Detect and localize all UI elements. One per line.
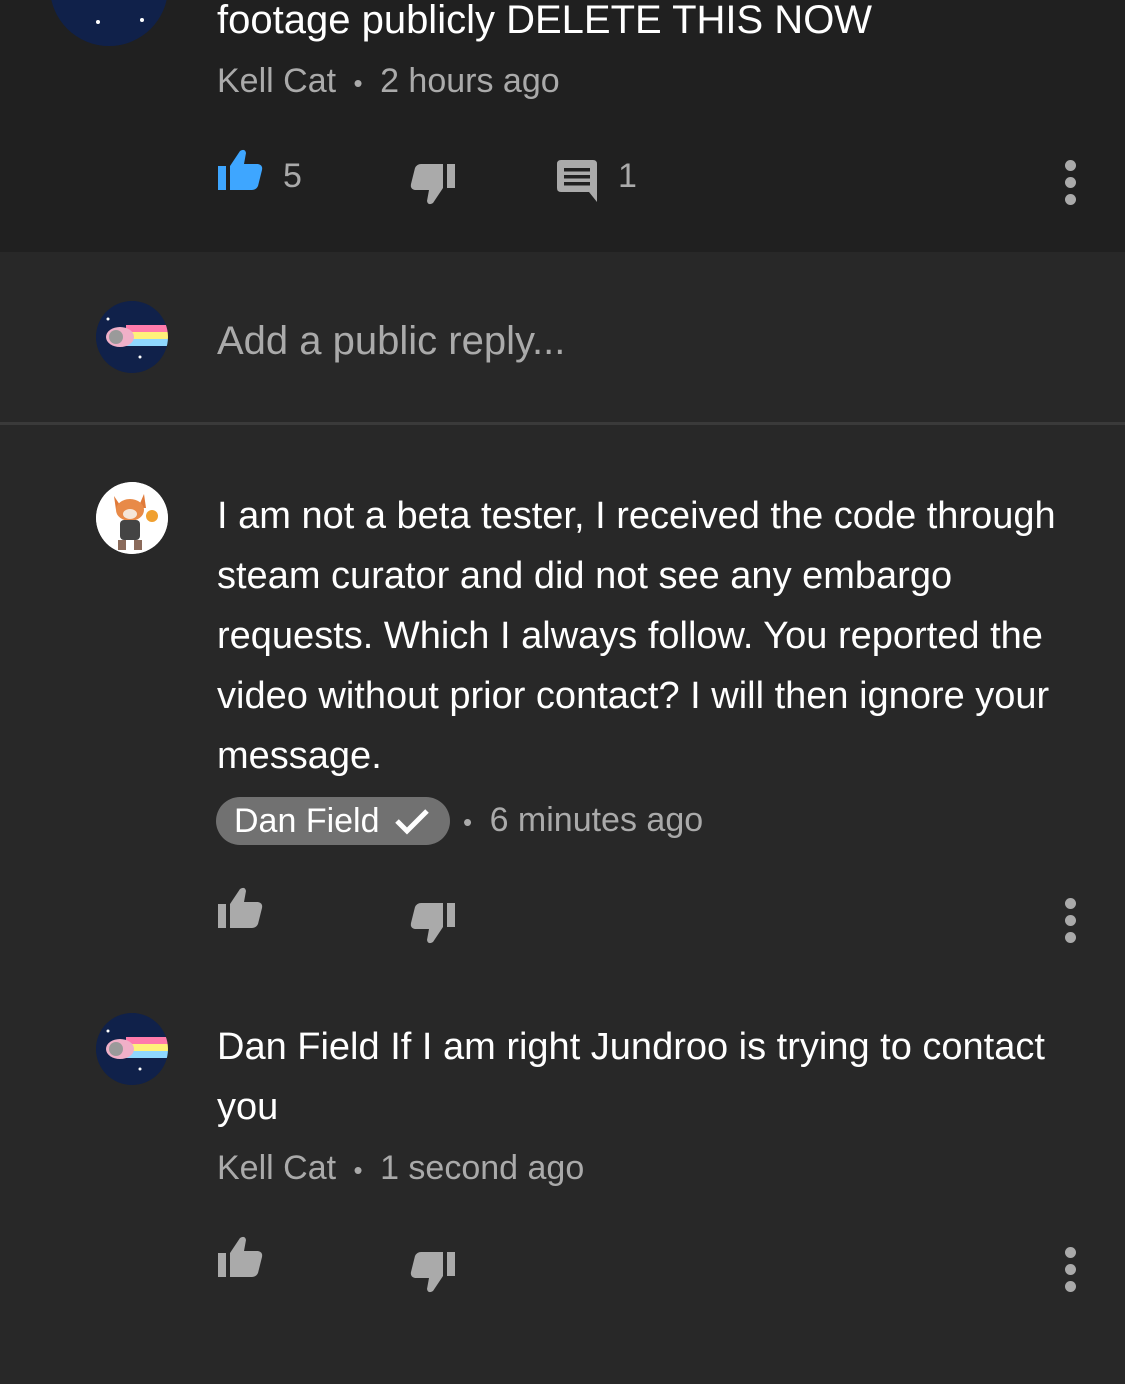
reply-input-area: Add a public reply... — [0, 252, 1125, 422]
thumbs-up-icon[interactable] — [216, 148, 264, 192]
thumbs-down-icon[interactable] — [409, 162, 457, 206]
reply-input[interactable]: Add a public reply... — [217, 319, 565, 364]
reply-count: 1 — [618, 157, 637, 195]
thumbs-up-icon[interactable] — [216, 886, 264, 930]
divider — [0, 422, 1125, 425]
nyan-cat-icon — [96, 1013, 168, 1085]
reply-comment-icon[interactable] — [555, 160, 599, 202]
nyan-cat-icon — [50, 0, 168, 46]
comment-meta: Kell Cat • 2 hours ago — [217, 62, 560, 101]
reply-text: I am not a beta tester, I received the c… — [217, 495, 1056, 777]
more-options-icon[interactable] — [1065, 160, 1077, 211]
avatar[interactable] — [96, 482, 168, 554]
author-name: Dan Field — [234, 801, 380, 840]
separator: • — [353, 67, 363, 98]
reply-meta: Kell Cat • 1 second ago — [217, 1149, 584, 1188]
more-options-icon[interactable] — [1065, 898, 1077, 949]
creator-badge[interactable]: Dan Field — [216, 797, 450, 845]
avatar — [96, 301, 168, 373]
author-name[interactable]: Kell Cat — [217, 62, 336, 100]
separator: • — [353, 1154, 363, 1185]
reply-meta: • 6 minutes ago — [463, 801, 703, 840]
checkmark-icon — [394, 809, 429, 835]
reply-text: Dan Field If I am right Jundroo is tryin… — [217, 1026, 1045, 1128]
avatar[interactable] — [96, 1013, 168, 1085]
fox-mascot-icon — [96, 482, 168, 554]
nyan-cat-icon — [96, 301, 168, 373]
timestamp[interactable]: 2 hours ago — [380, 62, 560, 100]
timestamp[interactable]: 6 minutes ago — [490, 801, 704, 839]
thumbs-down-icon[interactable] — [409, 901, 457, 945]
comment-top: footage publicly DELETE THIS NOW Kell Ca… — [0, 0, 1125, 252]
comment-text: footage publicly DELETE THIS NOW — [217, 0, 873, 42]
timestamp[interactable]: 1 second ago — [380, 1149, 584, 1187]
author-name[interactable]: Kell Cat — [217, 1149, 336, 1187]
more-options-icon[interactable] — [1065, 1247, 1077, 1298]
thumbs-up-icon[interactable] — [216, 1235, 264, 1279]
like-count: 5 — [283, 157, 302, 195]
separator: • — [463, 806, 473, 837]
avatar[interactable] — [50, 0, 168, 46]
thumbs-down-icon[interactable] — [409, 1250, 457, 1294]
